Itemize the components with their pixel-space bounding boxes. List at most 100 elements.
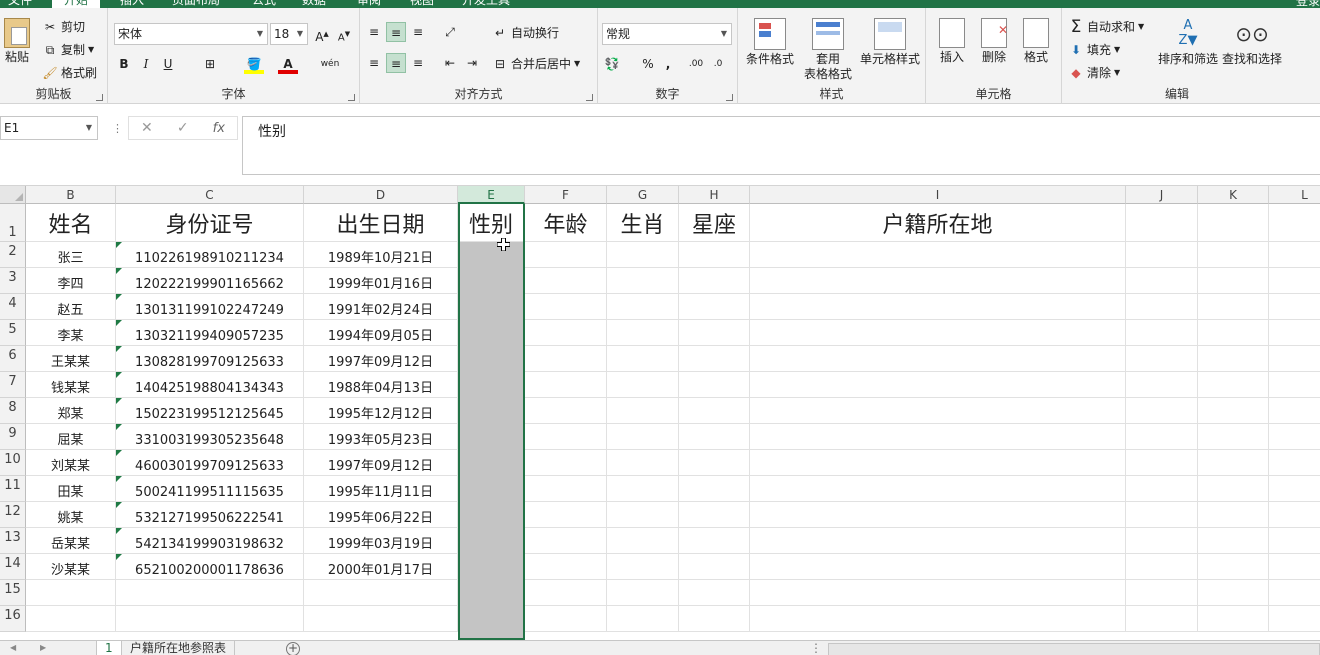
cell-d12[interactable]: 1995年06月22日 <box>304 502 458 527</box>
column-header-j[interactable]: J <box>1126 186 1198 204</box>
cell-k6[interactable] <box>1198 346 1269 371</box>
column-header-l[interactable]: L <box>1269 186 1320 204</box>
cell-k16[interactable] <box>1198 606 1269 631</box>
tab-developer[interactable]: 开发工具 <box>462 0 510 8</box>
tab-home[interactable]: 开始 <box>52 0 101 8</box>
cell-l10[interactable] <box>1269 450 1320 475</box>
cell-b16[interactable] <box>26 606 116 631</box>
cell-e7[interactable] <box>458 372 525 397</box>
cell-b13[interactable]: 岳某某 <box>26 528 116 553</box>
orientation-icon[interactable]: ⤢ <box>440 22 460 42</box>
cell-k9[interactable] <box>1198 424 1269 449</box>
cell-h10[interactable] <box>679 450 750 475</box>
cell-c16[interactable] <box>116 606 304 631</box>
cell-d8[interactable]: 1995年12月12日 <box>304 398 458 423</box>
cell-f7[interactable] <box>525 372 607 397</box>
cell-k5[interactable] <box>1198 320 1269 345</box>
cell-d2[interactable]: 1989年10月21日 <box>304 242 458 267</box>
row-header[interactable]: 3 <box>0 268 26 294</box>
font-color-icon[interactable]: A <box>278 54 298 74</box>
prev-sheet-icon[interactable]: ◀ <box>10 643 16 652</box>
cell-k12[interactable] <box>1198 502 1269 527</box>
cell-i14[interactable] <box>750 554 1126 579</box>
cell-f10[interactable] <box>525 450 607 475</box>
cell-b4[interactable]: 赵五 <box>26 294 116 319</box>
sheet-tab-1[interactable]: 1 <box>96 641 122 655</box>
cell-d9[interactable]: 1993年05月23日 <box>304 424 458 449</box>
phonetic-icon[interactable]: wén <box>320 54 340 74</box>
cell-c13[interactable]: 542134199903198632 <box>116 528 304 553</box>
cell-b9[interactable]: 屈某 <box>26 424 116 449</box>
cell-h1[interactable]: 星座 <box>679 204 750 241</box>
cell-c12[interactable]: 532127199506222541 <box>116 502 304 527</box>
italic-button[interactable]: I <box>136 54 156 74</box>
cell-d14[interactable]: 2000年01月17日 <box>304 554 458 579</box>
cell-h16[interactable] <box>679 606 750 631</box>
cell-l12[interactable] <box>1269 502 1320 527</box>
fill-color-icon[interactable]: 🪣 <box>244 54 264 74</box>
cell-i5[interactable] <box>750 320 1126 345</box>
cell-j12[interactable] <box>1126 502 1198 527</box>
cell-i7[interactable] <box>750 372 1126 397</box>
cell-j9[interactable] <box>1126 424 1198 449</box>
cell-b12[interactable]: 姚某 <box>26 502 116 527</box>
column-header-k[interactable]: K <box>1198 186 1269 204</box>
insert-cells-button[interactable]: 插入 <box>932 18 972 65</box>
cell-l9[interactable] <box>1269 424 1320 449</box>
cell-l2[interactable] <box>1269 242 1320 267</box>
cell-c5[interactable]: 130321199409057235 <box>116 320 304 345</box>
cell-h7[interactable] <box>679 372 750 397</box>
format-cells-button[interactable]: 格式 <box>1016 18 1056 65</box>
cell-c6[interactable]: 130828199709125633 <box>116 346 304 371</box>
cell-i4[interactable] <box>750 294 1126 319</box>
cell-g16[interactable] <box>607 606 679 631</box>
cell-e9[interactable] <box>458 424 525 449</box>
align-top-icon[interactable]: ≡ <box>364 22 384 42</box>
cell-k2[interactable] <box>1198 242 1269 267</box>
cell-g4[interactable] <box>607 294 679 319</box>
insert-function-button[interactable]: fx <box>213 121 225 136</box>
merge-center-button[interactable]: ⊟ 合并后居中 ▼ <box>492 55 580 72</box>
autosum-button[interactable]: Σ 自动求和 ▼ <box>1068 18 1145 35</box>
cell-g10[interactable] <box>607 450 679 475</box>
cell-j2[interactable] <box>1126 242 1198 267</box>
column-header-d[interactable]: D <box>304 186 458 204</box>
cell-k3[interactable] <box>1198 268 1269 293</box>
cell-g15[interactable] <box>607 580 679 605</box>
row-header[interactable]: 16 <box>0 606 26 632</box>
cell-l15[interactable] <box>1269 580 1320 605</box>
cell-c11[interactable]: 500241199511115635 <box>116 476 304 501</box>
cell-j3[interactable] <box>1126 268 1198 293</box>
cell-j7[interactable] <box>1126 372 1198 397</box>
cell-b3[interactable]: 李四 <box>26 268 116 293</box>
font-size-combo[interactable]: 18 ▼ <box>270 23 308 45</box>
cell-h12[interactable] <box>679 502 750 527</box>
cell-c3[interactable]: 120222199901165662 <box>116 268 304 293</box>
cell-l16[interactable] <box>1269 606 1320 631</box>
tab-insert[interactable]: 插入 <box>120 0 144 8</box>
format-painter-button[interactable]: 🖌 格式刷 <box>42 64 97 81</box>
cell-j4[interactable] <box>1126 294 1198 319</box>
increase-decimal-icon[interactable]: .00 <box>686 54 706 74</box>
cell-c10[interactable]: 460030199709125633 <box>116 450 304 475</box>
cell-l4[interactable] <box>1269 294 1320 319</box>
cell-k14[interactable] <box>1198 554 1269 579</box>
clipboard-launcher-icon[interactable] <box>96 94 103 101</box>
row-header[interactable]: 14 <box>0 554 26 580</box>
cell-h6[interactable] <box>679 346 750 371</box>
cell-l13[interactable] <box>1269 528 1320 553</box>
cell-j10[interactable] <box>1126 450 1198 475</box>
cell-e16[interactable] <box>458 606 525 631</box>
cell-f15[interactable] <box>525 580 607 605</box>
percent-button[interactable]: % <box>638 54 658 74</box>
cell-j11[interactable] <box>1126 476 1198 501</box>
borders-icon[interactable]: ⊞ <box>200 54 220 74</box>
cell-c1[interactable]: 身份证号 <box>116 204 304 241</box>
tab-page-layout[interactable]: 页面布局 <box>172 0 220 8</box>
tab-review[interactable]: 审阅 <box>357 0 381 8</box>
cell-l3[interactable] <box>1269 268 1320 293</box>
cell-g5[interactable] <box>607 320 679 345</box>
add-sheet-icon[interactable]: + <box>286 642 300 655</box>
cell-e3[interactable] <box>458 268 525 293</box>
cell-g14[interactable] <box>607 554 679 579</box>
